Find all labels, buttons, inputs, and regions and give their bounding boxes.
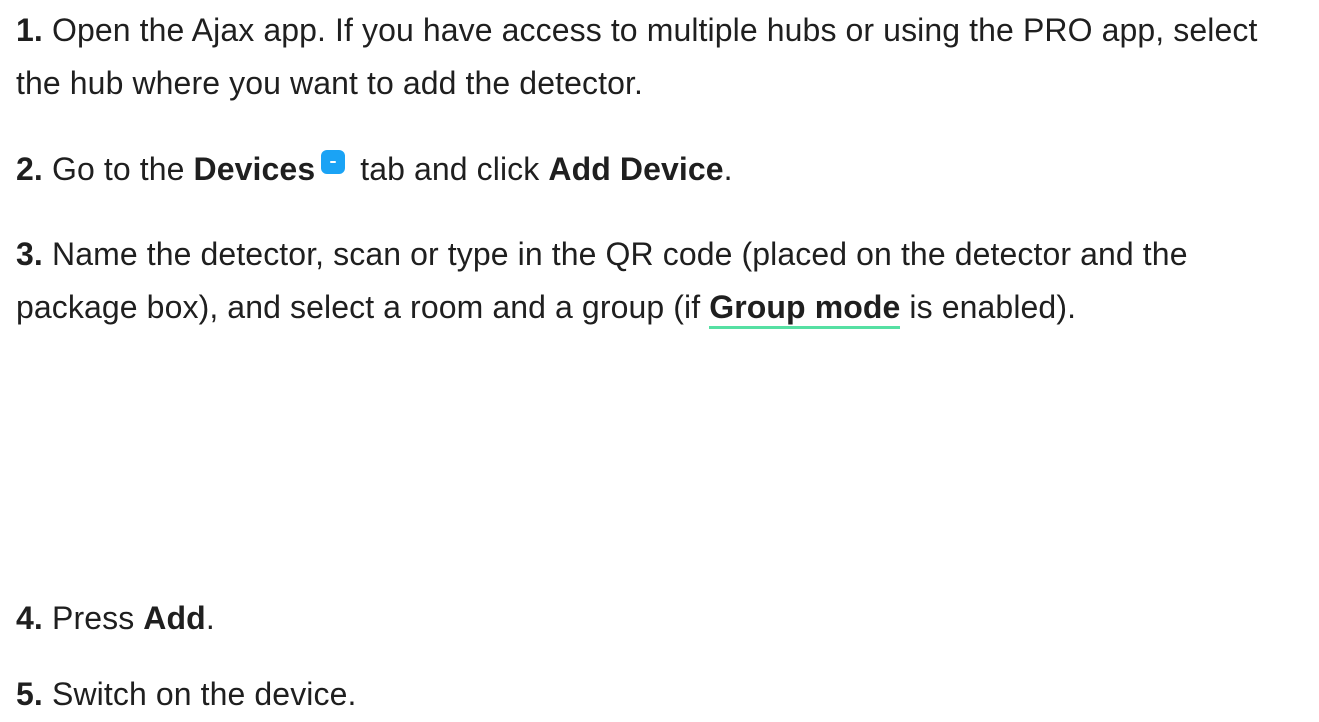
group-mode-link[interactable]: Group mode [709, 289, 901, 329]
step-text-part: . [205, 600, 215, 636]
step-number: 5. [16, 676, 43, 712]
add-device-label: Add Device [548, 151, 724, 187]
step-text: Switch on the device. [52, 676, 357, 712]
step-number: 3. [16, 236, 43, 272]
devices-tab-icon [321, 150, 346, 174]
step-text-part: is enabled). [900, 289, 1077, 325]
step-text-part: tab and click [351, 151, 549, 187]
step-2: 2. Go to the Devices tab and click Add De… [16, 143, 1306, 196]
devices-label: Devices [193, 151, 316, 187]
step-number: 1. [16, 12, 43, 48]
step-1: 1. Open the Ajax app. If you have access … [16, 4, 1306, 110]
step-number: 2. [16, 151, 43, 187]
add-label: Add [143, 600, 206, 636]
step-text-part: Go to the [52, 151, 194, 187]
step-4: 4. Press Add. [16, 592, 1306, 645]
step-3: 3. Name the detector, scan or type in the… [16, 228, 1306, 334]
step-text: Open the Ajax app. If you have access to… [16, 12, 1258, 101]
step-text-part: Press [52, 600, 144, 636]
step-5: 5. Switch on the device. [16, 668, 1306, 721]
step-text-part: . [723, 151, 733, 187]
step-number: 4. [16, 600, 43, 636]
